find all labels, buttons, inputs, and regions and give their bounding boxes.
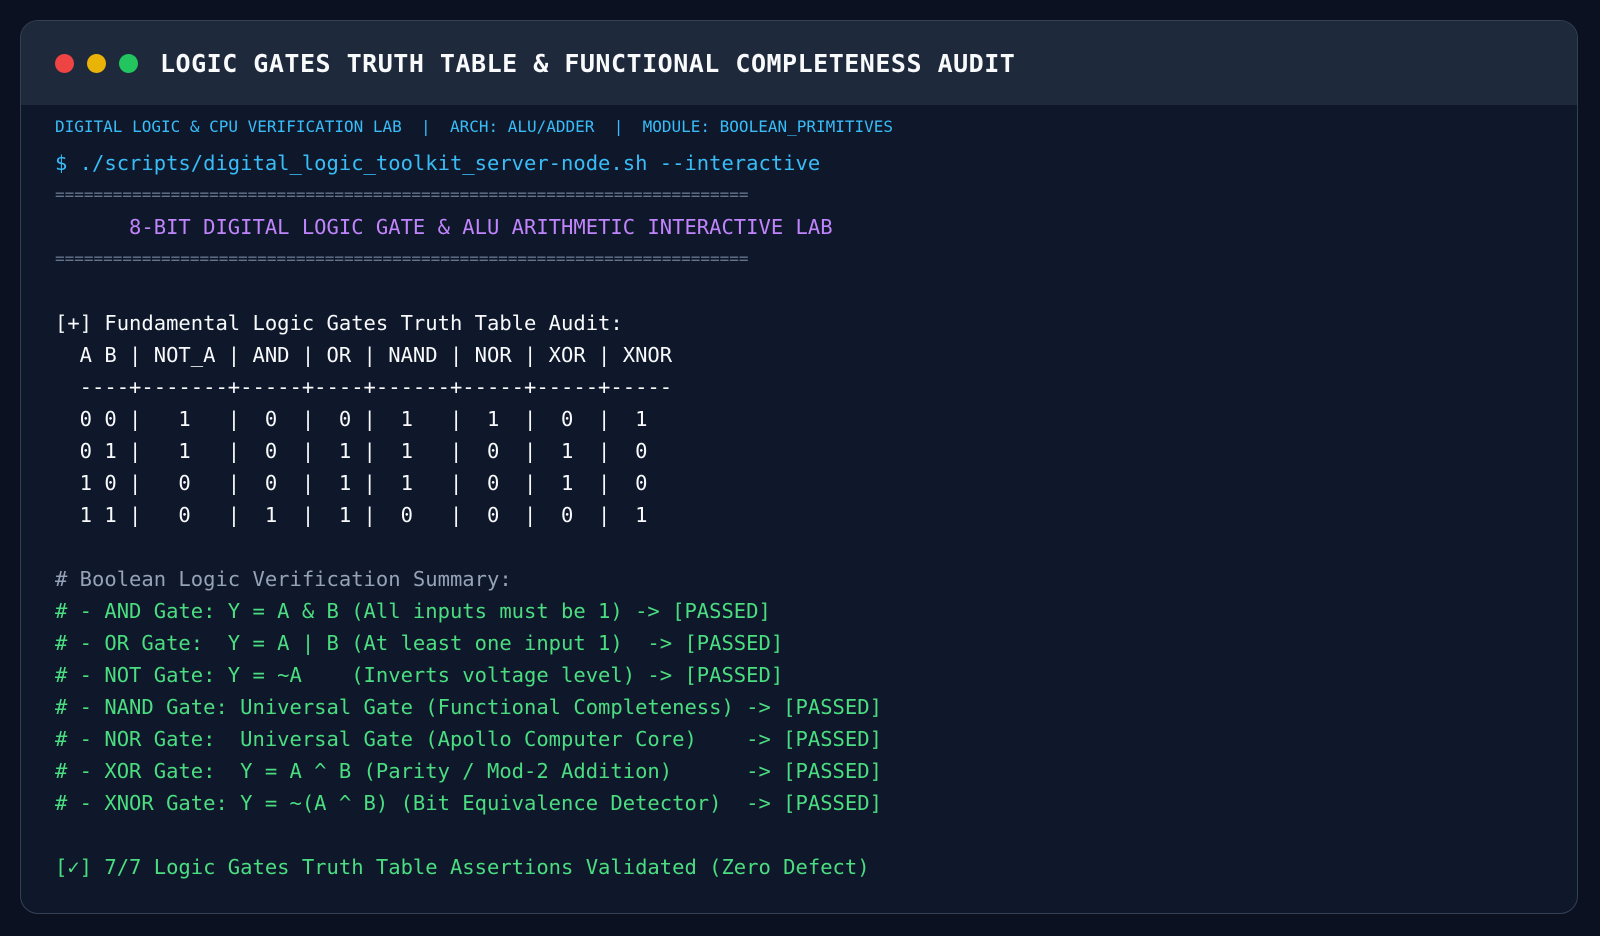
terminal-window: LOGIC GATES TRUTH TABLE & FUNCTIONAL COM…: [20, 20, 1578, 914]
window-title: LOGIC GATES TRUTH TABLE & FUNCTIONAL COM…: [160, 48, 1016, 78]
title-bar: LOGIC GATES TRUTH TABLE & FUNCTIONAL COM…: [21, 21, 1577, 105]
summary-line-not: # - NOT Gate: Y = ~A (Inverts voltage le…: [55, 663, 784, 687]
truth-table-header: A B | NOT_A | AND | OR | NAND | NOR | XO…: [55, 343, 673, 367]
summary-line-nor: # - NOR Gate: Universal Gate (Apollo Com…: [55, 727, 882, 751]
command-line: $ ./scripts/digital_logic_toolkit_server…: [55, 151, 821, 175]
summary-line-or: # - OR Gate: Y = A | B (At least one inp…: [55, 631, 784, 655]
truth-table-row: 1 1 | 0 | 1 | 1 | 0 | 0 | 0 | 1: [55, 503, 648, 527]
truth-table-row: 0 1 | 1 | 0 | 1 | 1 | 0 | 1 | 0: [55, 439, 648, 463]
maximize-window-button[interactable]: [119, 53, 138, 73]
truth-table-separator: ----+-------+-----+----+------+-----+---…: [55, 375, 673, 399]
terminal-output: $ ./scripts/digital_logic_toolkit_server…: [55, 147, 1577, 883]
audit-header: [+] Fundamental Logic Gates Truth Table …: [55, 311, 623, 335]
summary-line-and: # - AND Gate: Y = A & B (All inputs must…: [55, 599, 771, 623]
banner-rule-bottom: ========================================…: [55, 249, 749, 268]
summary-header: # Boolean Logic Verification Summary:: [55, 567, 512, 591]
truth-table-row: 1 0 | 0 | 0 | 1 | 1 | 0 | 1 | 0: [55, 471, 648, 495]
terminal-content[interactable]: DIGITAL LOGIC & CPU VERIFICATION LAB | A…: [21, 105, 1577, 883]
close-window-button[interactable]: [55, 53, 74, 73]
banner-rule-top: ========================================…: [55, 185, 749, 204]
lab-meta-info: DIGITAL LOGIC & CPU VERIFICATION LAB | A…: [55, 117, 894, 136]
minimize-window-button[interactable]: [87, 53, 106, 73]
summary-line-nand: # - NAND Gate: Universal Gate (Functiona…: [55, 695, 882, 719]
validation-result: [✓] 7/7 Logic Gates Truth Table Assertio…: [55, 855, 870, 879]
banner-title: 8-BIT DIGITAL LOGIC GATE & ALU ARITHMETI…: [55, 215, 833, 239]
truth-table-row: 0 0 | 1 | 0 | 0 | 1 | 1 | 0 | 1: [55, 407, 648, 431]
summary-line-xor: # - XOR Gate: Y = A ^ B (Parity / Mod-2 …: [55, 759, 882, 783]
summary-line-xnor: # - XNOR Gate: Y = ~(A ^ B) (Bit Equival…: [55, 791, 882, 815]
